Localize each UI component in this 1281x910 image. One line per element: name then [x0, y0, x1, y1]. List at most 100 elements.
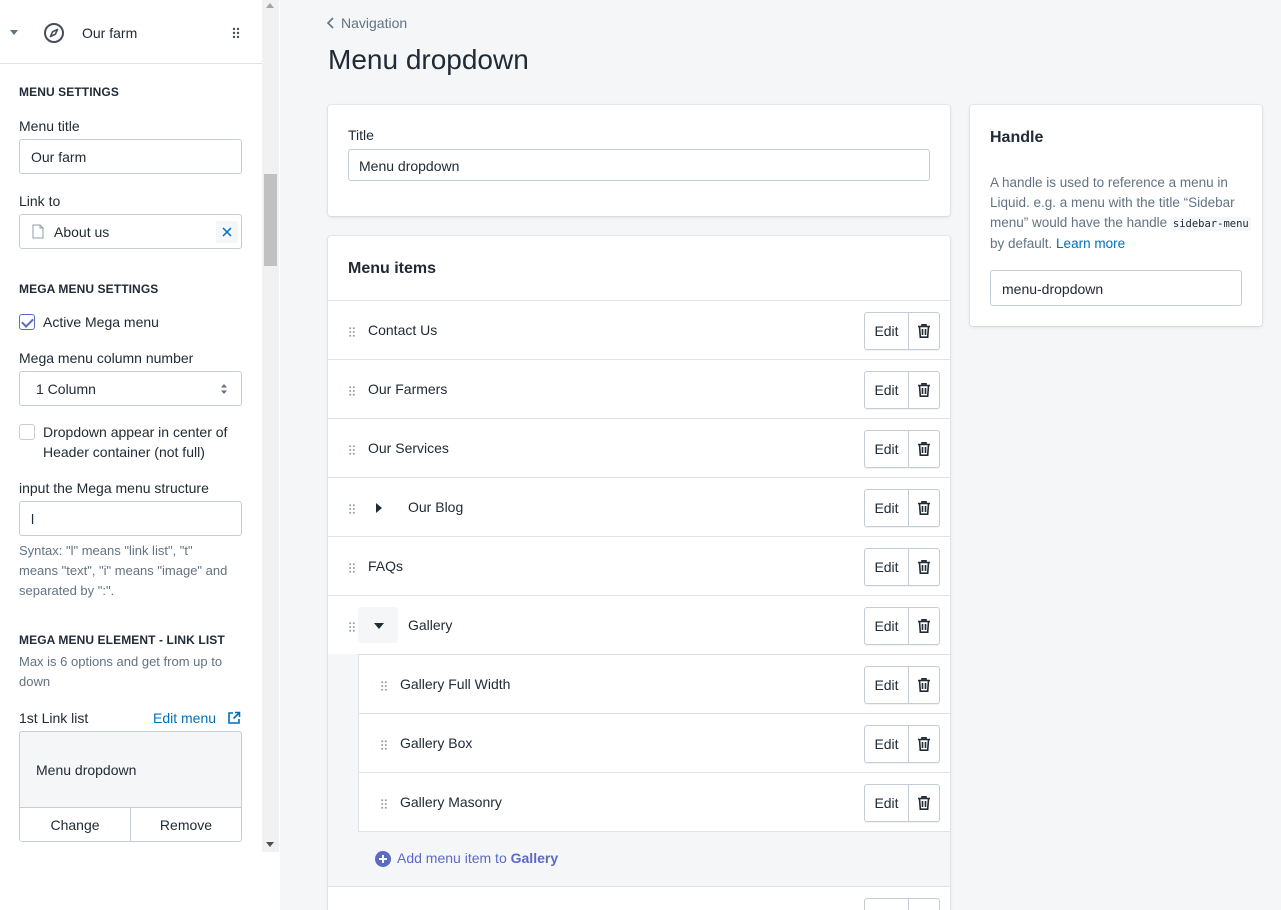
edit-button[interactable]: Edit	[865, 431, 909, 467]
menu-item-actions: Edit	[864, 371, 940, 409]
edit-button[interactable]: Edit	[865, 549, 909, 585]
menu-title-label: Menu title	[19, 118, 80, 134]
sub-menu-item-row[interactable]: Gallery Full Width Edit	[358, 654, 950, 713]
link-list-hint: Max is 6 options and get from up to down	[19, 654, 223, 689]
handle-card: Handle A handle is used to reference a m…	[970, 105, 1262, 326]
delete-button[interactable]	[909, 667, 939, 703]
menu-item-row[interactable]: Our Services Edit	[328, 418, 950, 477]
menu-item-actions	[864, 898, 940, 910]
drag-handle-icon[interactable]	[381, 681, 387, 691]
selected-link-list-title: Menu dropdown	[36, 762, 137, 778]
sidebar-scroll-area: Our farm MENU SETTINGS Menu title Our fa…	[0, 0, 262, 852]
drag-handle-icon[interactable]	[349, 504, 355, 514]
menu-item-name: Gallery Masonry	[400, 794, 502, 810]
delete-button[interactable]	[909, 785, 939, 821]
link-to-field[interactable]: About us	[19, 214, 242, 249]
mega-menu-settings-heading: MEGA MENU SETTINGS	[19, 282, 159, 296]
title-value: Menu dropdown	[359, 158, 460, 174]
trash-icon	[918, 796, 930, 810]
menu-item-actions: Edit	[864, 607, 940, 645]
menu-item-actions: Edit	[864, 725, 940, 763]
add-menu-item-link[interactable]: Add menu item to Gallery	[397, 850, 558, 866]
scroll-up-arrow-icon[interactable]	[266, 3, 274, 8]
active-mega-menu-checkbox[interactable]	[19, 314, 35, 330]
drag-handle-icon[interactable]	[349, 386, 355, 396]
menu-item-row[interactable]: Gallery Edit	[328, 595, 950, 654]
drag-handle-icon[interactable]	[349, 327, 355, 337]
breadcrumb-label: Navigation	[341, 15, 408, 31]
drag-handle-icon[interactable]	[349, 563, 355, 573]
change-button[interactable]: Change	[20, 808, 131, 841]
select-arrows-icon	[221, 384, 227, 394]
handle-title: Handle	[990, 129, 1044, 146]
trash-icon	[918, 560, 930, 574]
delete-button[interactable]	[909, 490, 939, 526]
remove-button[interactable]: Remove	[131, 808, 241, 841]
delete-button[interactable]	[909, 372, 939, 408]
close-icon	[222, 227, 232, 237]
edit-button[interactable]: Edit	[865, 726, 909, 762]
edit-button[interactable]: Edit	[865, 785, 909, 821]
menu-settings-heading: MENU SETTINGS	[19, 85, 119, 99]
scroll-down-arrow-icon[interactable]	[266, 842, 274, 847]
edit-button[interactable]: Edit	[865, 372, 909, 408]
edit-button[interactable]: Edit	[865, 313, 909, 349]
edit-button[interactable]: Edit	[865, 667, 909, 703]
sidebar-section-header[interactable]: Our farm	[0, 0, 262, 64]
breadcrumb[interactable]: Navigation	[326, 15, 407, 31]
delete-button[interactable]	[909, 726, 939, 762]
handle-value: menu-dropdown	[1002, 281, 1104, 297]
title-input[interactable]: Menu dropdown	[348, 149, 930, 181]
link-list-heading: MEGA MENU ELEMENT - LINK LIST	[19, 633, 225, 647]
column-number-select[interactable]: 1 Column	[19, 371, 242, 406]
add-menu-item-target: Gallery	[510, 850, 559, 866]
add-menu-item-prefix: Add menu item to	[397, 850, 511, 866]
drag-handle-icon[interactable]	[381, 740, 387, 750]
title-label: Title	[348, 127, 374, 143]
external-link-icon[interactable]	[227, 711, 241, 725]
menu-item-actions: Edit	[864, 312, 940, 350]
column-number-value: 1 Column	[36, 381, 96, 397]
learn-more-link[interactable]: Learn more	[1056, 236, 1125, 251]
menu-items-card: Menu items Contact Us Edit Our Farmers E…	[328, 236, 950, 910]
menu-item-row[interactable]: Our Farmers Edit	[328, 359, 950, 418]
sub-menu-item-row[interactable]: Gallery Box Edit	[358, 713, 950, 772]
first-link-list-label: 1st Link list	[19, 710, 89, 726]
drag-handle-icon[interactable]	[381, 799, 387, 809]
menu-item-actions: Edit	[864, 666, 940, 704]
collapse-caret-icon[interactable]	[10, 30, 18, 35]
menu-item-name: Contact Us	[368, 322, 438, 338]
menu-item-row[interactable]: Our Blog Edit	[328, 477, 950, 536]
menu-title-value: Our farm	[31, 149, 87, 165]
center-dropdown-checkbox[interactable]	[19, 424, 35, 440]
delete-button[interactable]	[909, 431, 939, 467]
sidebar-scrollbar[interactable]	[262, 0, 279, 852]
collapse-toggle-icon[interactable]	[358, 607, 398, 643]
title-card: Title Menu dropdown	[328, 105, 950, 216]
delete-button[interactable]	[909, 549, 939, 585]
menu-item-row[interactable]: Contact Us Edit	[328, 300, 950, 359]
add-menu-item-row[interactable]: Add menu item to Gallery	[358, 831, 950, 886]
expand-toggle-icon[interactable]	[376, 503, 382, 513]
drag-handle-icon[interactable]	[349, 622, 355, 632]
edit-button[interactable]	[865, 899, 909, 910]
sub-menu-item-row[interactable]: Gallery Masonry Edit	[358, 772, 950, 831]
menu-items-title: Menu items	[348, 260, 437, 277]
drag-handle-icon[interactable]	[232, 27, 240, 39]
delete-button[interactable]	[909, 899, 939, 910]
drag-handle-icon[interactable]	[349, 445, 355, 455]
menu-item-row[interactable]: FAQs Edit	[328, 536, 950, 595]
menu-title-input[interactable]: Our farm	[19, 139, 242, 174]
delete-button[interactable]	[909, 608, 939, 644]
structure-input[interactable]: l	[19, 501, 242, 536]
edit-menu-link[interactable]: Edit menu	[153, 710, 216, 726]
clear-link-button[interactable]	[216, 221, 238, 243]
scrollbar-thumb[interactable]	[264, 174, 277, 266]
edit-button[interactable]: Edit	[865, 608, 909, 644]
sidebar-header-title: Our farm	[82, 25, 138, 41]
edit-button[interactable]: Edit	[865, 490, 909, 526]
handle-input[interactable]: menu-dropdown	[990, 270, 1242, 306]
delete-button[interactable]	[909, 313, 939, 349]
menu-item-row[interactable]	[328, 886, 950, 910]
menu-item-name: Gallery Full Width	[400, 676, 511, 692]
